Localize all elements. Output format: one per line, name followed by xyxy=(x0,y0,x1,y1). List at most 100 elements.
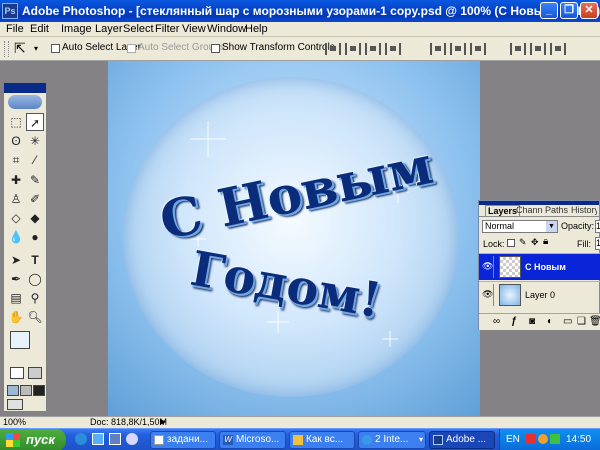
clone-stamp-tool-icon[interactable]: ♙ xyxy=(7,190,25,208)
distribute-top-icon[interactable] xyxy=(430,43,446,55)
delete-layer-icon[interactable]: 🗑︎ xyxy=(589,316,600,327)
hand-tool-icon[interactable]: ✋ xyxy=(7,308,25,326)
menu-select[interactable]: Select xyxy=(123,23,154,35)
align-vertical-centers-icon[interactable] xyxy=(345,43,361,55)
adjustment-layer-icon[interactable]: ◐ xyxy=(547,316,553,327)
feather-logo-icon[interactable] xyxy=(8,95,42,109)
align-top-edges-icon[interactable] xyxy=(325,43,341,55)
healing-brush-tool-icon[interactable]: ✚ xyxy=(7,171,25,189)
menu-filter[interactable]: Filter xyxy=(155,23,179,35)
menu-file[interactable]: File xyxy=(6,23,24,35)
menu-image[interactable]: Image xyxy=(61,23,92,35)
menu-layer[interactable]: Layer xyxy=(95,23,123,35)
media-quicklaunch-icon[interactable] xyxy=(126,433,138,445)
quick-mask-icon[interactable] xyxy=(28,367,42,379)
blur-tool-icon[interactable]: 💧 xyxy=(7,228,25,246)
layer-name[interactable]: Layer 0 xyxy=(525,290,555,300)
taskbar-button-1[interactable]: задани... xyxy=(150,431,216,449)
layer-style-icon[interactable]: ƒ xyxy=(511,316,517,327)
dodge-tool-icon[interactable]: ● xyxy=(26,228,44,246)
antivirus-tray-icon[interactable] xyxy=(526,434,536,444)
opacity-input[interactable]: 1 xyxy=(595,220,600,233)
auto-select-groups-checkbox[interactable] xyxy=(127,44,136,53)
start-button[interactable]: пуск xyxy=(0,429,66,450)
layer-name[interactable]: С Новым xyxy=(525,262,566,272)
taskbar-button-2[interactable]: W Microso... xyxy=(219,431,286,449)
distribute-center-icon[interactable] xyxy=(450,43,466,55)
link-layers-icon[interactable]: ∞ xyxy=(493,316,500,327)
brush-tool-icon[interactable]: ✎ xyxy=(26,171,44,189)
taskbar-button-4[interactable]: 2 Inte... ▾ xyxy=(358,431,426,449)
lock-position-icon[interactable]: ✥ xyxy=(531,237,539,248)
chevron-right-icon[interactable]: ▶ xyxy=(160,417,166,426)
menu-edit[interactable]: Edit xyxy=(30,23,49,35)
fill-input[interactable]: 1 xyxy=(595,237,600,250)
ie-quicklaunch-icon[interactable] xyxy=(75,433,87,445)
marquee-tool-icon[interactable]: ⬚ xyxy=(7,113,25,131)
move-tool-icon[interactable]: ⇱ xyxy=(14,40,26,57)
tab-paths[interactable]: Paths xyxy=(543,205,570,216)
minimize-button[interactable]: _ xyxy=(540,2,558,19)
standard-mode-icon[interactable] xyxy=(10,367,24,379)
taskbar-button-5[interactable]: Adobe ... xyxy=(429,431,495,449)
lasso-tool-icon[interactable]: ʘ xyxy=(7,132,25,150)
foreground-color-swatch[interactable] xyxy=(10,331,30,349)
distribute-bottom-icon[interactable] xyxy=(470,43,486,55)
new-layer-icon[interactable]: ❏ xyxy=(577,316,586,327)
move-tool-icon[interactable]: ➚ xyxy=(26,113,44,131)
lock-transparency-icon[interactable] xyxy=(507,239,515,247)
layer-mask-icon[interactable]: ◙ xyxy=(529,316,535,327)
document-canvas[interactable]: С Новым Годом! xyxy=(108,61,480,416)
language-indicator[interactable]: EN xyxy=(506,434,520,445)
mail-quicklaunch-icon[interactable] xyxy=(109,433,121,445)
eraser-tool-icon[interactable]: ◇ xyxy=(7,209,25,227)
zoom-tool-icon[interactable]: 🔍︎ xyxy=(26,308,44,326)
distribute-left-icon[interactable] xyxy=(510,43,526,55)
eye-icon[interactable]: 👁︎ xyxy=(482,290,493,299)
network-tray-icon[interactable] xyxy=(550,434,560,444)
tab-history[interactable]: History xyxy=(569,205,597,216)
menu-help[interactable]: Help xyxy=(245,23,268,35)
desktop-quicklaunch-icon[interactable] xyxy=(92,433,104,445)
menu-window[interactable]: Window xyxy=(207,23,246,35)
chevron-down-icon[interactable]: ▼ xyxy=(546,221,557,232)
lock-all-icon[interactable]: 🔒︎ xyxy=(543,236,548,247)
blend-mode-select[interactable]: Normal ▼ xyxy=(482,220,558,233)
screen-mode-full-icon[interactable] xyxy=(33,385,45,396)
paint-bucket-tool-icon[interactable]: ◆ xyxy=(26,209,44,227)
show-transform-controls-checkbox[interactable] xyxy=(211,44,220,53)
grip-handle-icon[interactable] xyxy=(4,41,9,57)
slice-tool-icon[interactable]: ⁄ xyxy=(26,151,44,169)
lock-image-icon[interactable]: ✎ xyxy=(519,237,527,248)
align-bottom-edges-icon[interactable] xyxy=(365,43,381,55)
crop-tool-icon[interactable]: ⌗ xyxy=(7,151,25,169)
auto-select-layer-checkbox[interactable] xyxy=(51,44,60,53)
shape-tool-icon[interactable]: ◯ xyxy=(26,270,44,288)
type-tool-icon[interactable]: T xyxy=(26,251,44,269)
screen-mode-standard-icon[interactable] xyxy=(7,385,19,396)
align-left-edges-icon[interactable] xyxy=(385,43,401,55)
eyedropper-tool-icon[interactable]: ⚲ xyxy=(26,289,44,307)
eye-icon[interactable]: 👁︎ xyxy=(482,262,493,271)
layer-row-text[interactable]: 👁︎ С Новым xyxy=(479,253,600,280)
restore-button[interactable]: ❐ xyxy=(560,2,578,19)
magic-wand-tool-icon[interactable]: ✳ xyxy=(26,132,44,150)
history-brush-tool-icon[interactable]: ✐ xyxy=(26,190,44,208)
pen-tool-icon[interactable]: ✒ xyxy=(7,270,25,288)
menu-view[interactable]: View xyxy=(182,23,206,35)
tab-channels[interactable]: Channels xyxy=(514,205,543,216)
tray-icon-2[interactable] xyxy=(538,434,548,444)
screen-mode-full-menu-icon[interactable] xyxy=(20,385,32,396)
distribute-horizontal-icon[interactable] xyxy=(530,43,546,55)
taskbar-button-3[interactable]: Как вс... xyxy=(289,431,355,449)
path-selection-tool-icon[interactable]: ➤ xyxy=(7,251,25,269)
distribute-right-icon[interactable] xyxy=(550,43,566,55)
jump-to-imageready-icon[interactable] xyxy=(7,399,23,410)
layer-row-image[interactable]: 👁︎ Layer 0 xyxy=(479,281,600,308)
new-group-icon[interactable]: ▭ xyxy=(563,316,572,327)
zoom-level[interactable]: 100% xyxy=(3,417,26,427)
chevron-down-icon[interactable]: ▾ xyxy=(34,44,38,53)
close-button[interactable]: ✕ xyxy=(580,2,598,19)
notes-tool-icon[interactable]: ▤ xyxy=(7,289,25,307)
toolbox-header[interactable] xyxy=(4,83,46,93)
